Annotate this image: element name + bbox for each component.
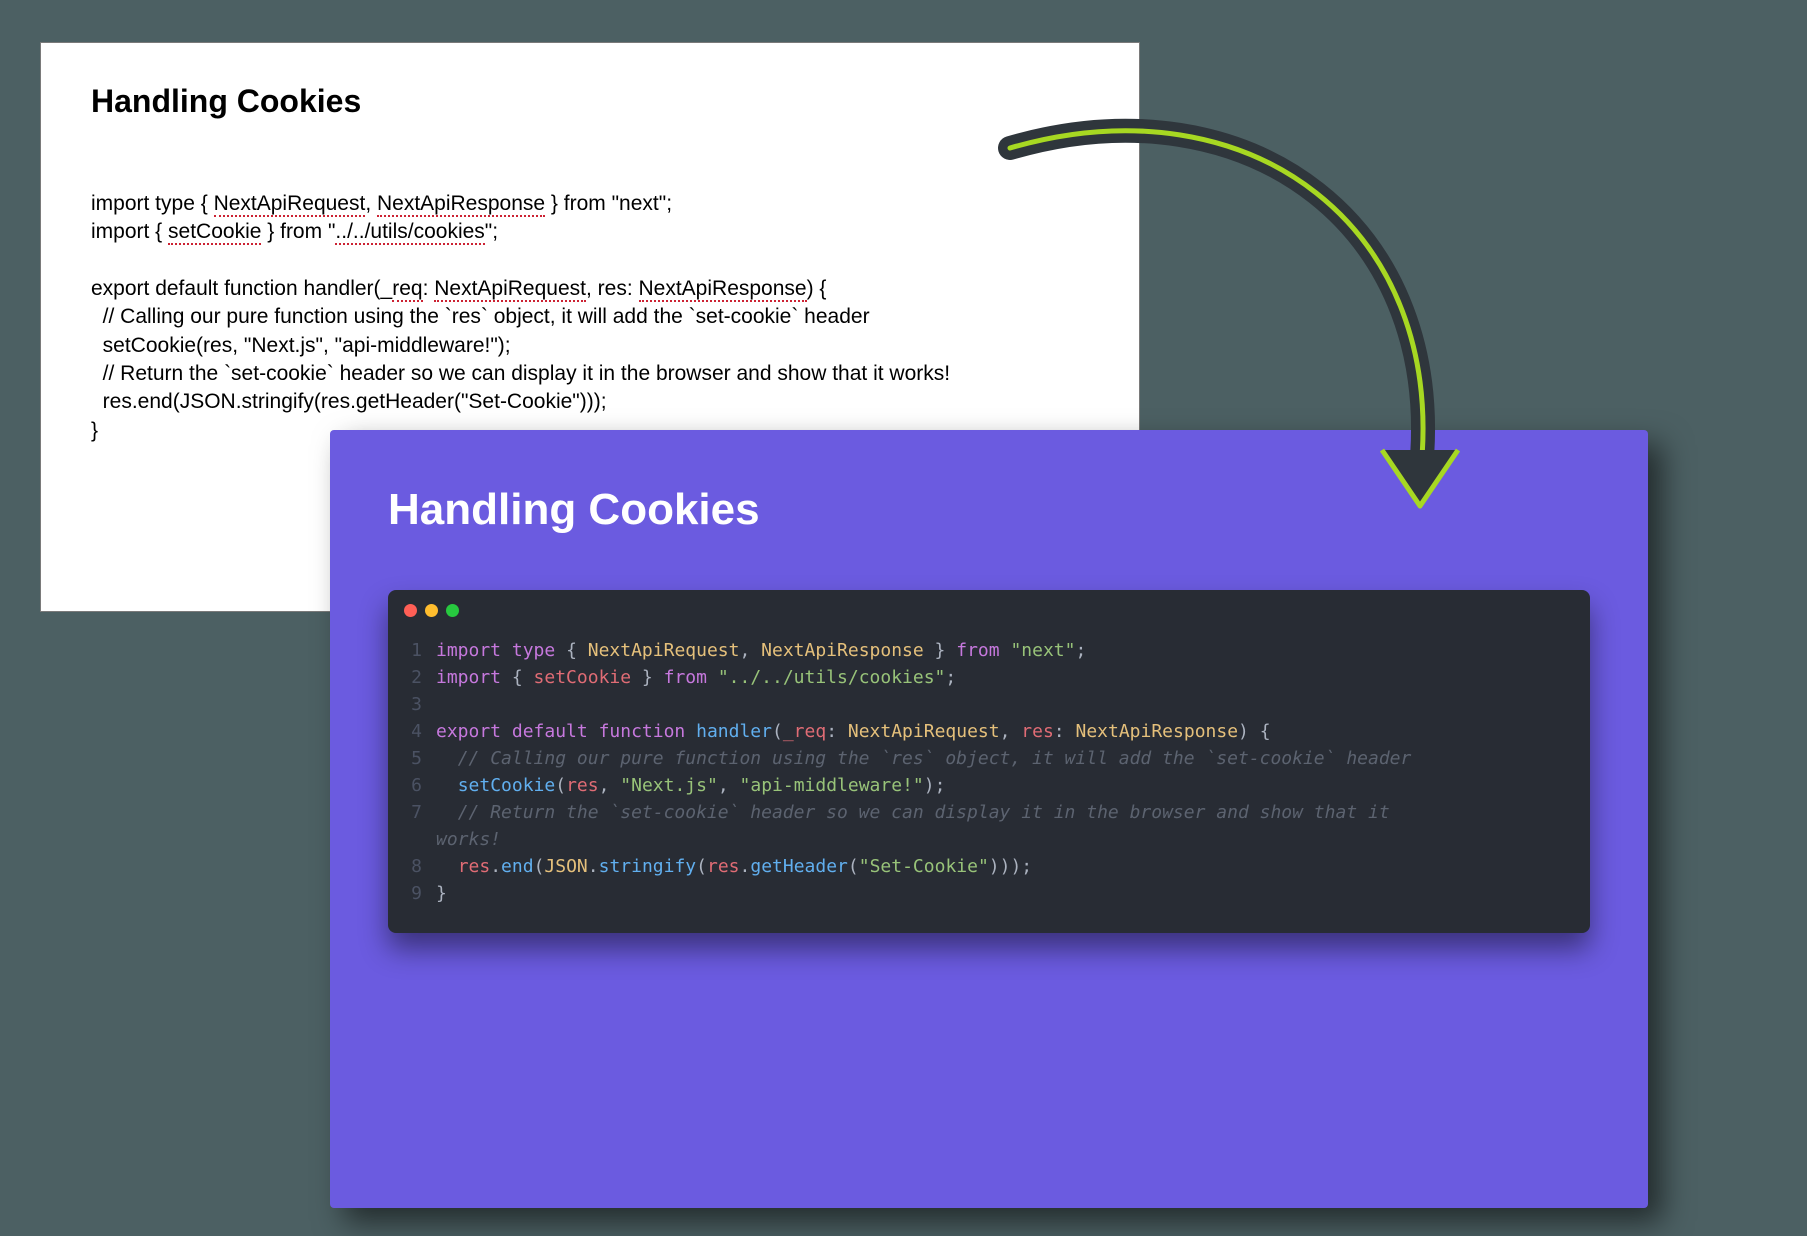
traffic-light-yellow-icon <box>425 604 438 617</box>
styled-slide: Handling Cookies 1 import type { NextApi… <box>330 430 1648 1208</box>
line-number: 7 <box>388 799 436 826</box>
code-line: 3 <box>388 691 1572 718</box>
code-line: 6 setCookie(res, "Next.js", "api-middlew… <box>388 772 1572 799</box>
line-number: 8 <box>388 853 436 880</box>
line-number <box>388 826 436 853</box>
terminal-titlebar <box>388 590 1590 631</box>
code-line: 4 export default function handler(_req: … <box>388 718 1572 745</box>
code-terminal: 1 import type { NextApiRequest, NextApiR… <box>388 590 1590 933</box>
code-line: 7 // Return the `set-cookie` header so w… <box>388 799 1572 826</box>
line-number: 3 <box>388 691 436 718</box>
line-number: 1 <box>388 637 436 664</box>
slide-title: Handling Cookies <box>388 485 1590 535</box>
traffic-light-green-icon <box>446 604 459 617</box>
code-line: 5 // Calling our pure function using the… <box>388 745 1572 772</box>
code-line: 1 import type { NextApiRequest, NextApiR… <box>388 637 1572 664</box>
code-line: 2 import { setCookie } from "../../utils… <box>388 664 1572 691</box>
plain-document-code: import type { NextApiRequest, NextApiRes… <box>91 190 1089 445</box>
code-line-wrap: works! <box>388 826 1572 853</box>
code-line: 9 } <box>388 880 1572 907</box>
code-line: 8 res.end(JSON.stringify(res.getHeader("… <box>388 853 1572 880</box>
syntax-highlighted-code: 1 import type { NextApiRequest, NextApiR… <box>388 631 1590 933</box>
line-number: 5 <box>388 745 436 772</box>
line-number: 2 <box>388 664 436 691</box>
line-number: 9 <box>388 880 436 907</box>
traffic-light-red-icon <box>404 604 417 617</box>
line-number: 6 <box>388 772 436 799</box>
plain-document-title: Handling Cookies <box>91 83 1089 120</box>
line-number: 4 <box>388 718 436 745</box>
